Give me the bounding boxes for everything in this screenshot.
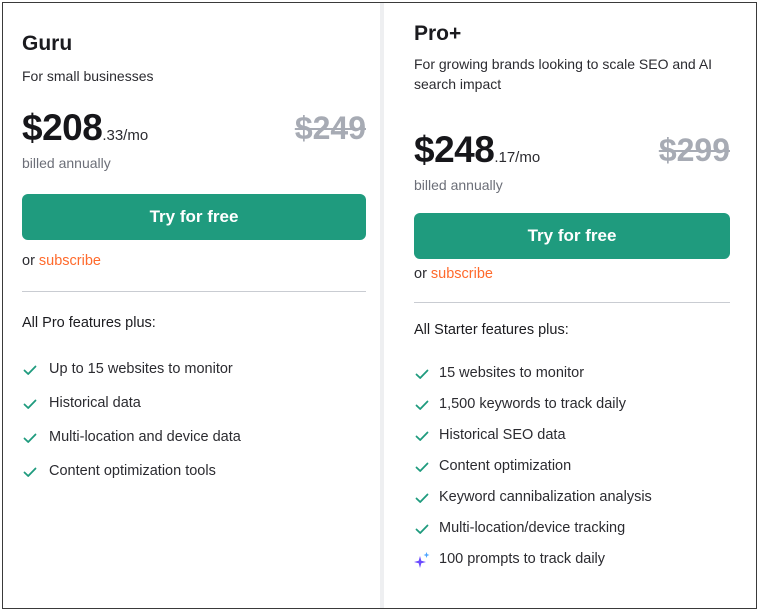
feature-item: Keyword cannibalization analysis — [414, 488, 730, 508]
check-icon — [415, 493, 429, 503]
check-icon — [23, 467, 37, 477]
sparkle-icon — [414, 552, 430, 568]
plan-name: Pro+ — [414, 22, 462, 45]
original-price: $249 — [294, 110, 366, 146]
price-row: $248.17/mo $299 — [414, 127, 730, 171]
check-icon — [23, 433, 37, 443]
feature-item: Content optimization — [414, 457, 730, 477]
feature-label: 1,500 keywords to track daily — [439, 396, 626, 412]
check-icon — [415, 431, 429, 441]
subscribe-link[interactable]: subscribe — [431, 266, 493, 282]
price-row: $208.33/mo $249 — [22, 105, 366, 149]
feature-label: Multi-location and device data — [49, 429, 241, 445]
subscribe-alternative: or subscribe — [414, 266, 493, 282]
feature-label: Keyword cannibalization analysis — [439, 489, 652, 505]
try-for-free-button[interactable]: Try for free — [22, 194, 366, 240]
section-divider — [22, 291, 366, 292]
features-title: All Starter features plus: — [414, 322, 569, 338]
alt-prefix: or — [414, 266, 431, 282]
current-price: $248.17/mo — [414, 129, 540, 171]
section-divider — [414, 302, 730, 303]
plan-divider — [380, 3, 384, 608]
check-icon — [23, 399, 37, 409]
check-icon — [415, 462, 429, 472]
feature-label: Up to 15 websites to monitor — [49, 361, 233, 377]
plan-description: For growing brands looking to scale SEO … — [414, 56, 713, 92]
feature-item: Multi-location/device tracking — [414, 519, 730, 539]
billing-note: billed annually — [414, 177, 503, 193]
feature-item: 100 prompts to track daily — [414, 550, 730, 570]
feature-item: Content optimization tools — [22, 462, 366, 482]
current-price: $208.33/mo — [22, 107, 148, 149]
plan-name: Guru — [22, 32, 73, 55]
feature-label: Content optimization — [439, 458, 572, 474]
plan-description: For small businesses — [22, 68, 154, 84]
check-icon — [415, 400, 429, 410]
original-price: $299 — [658, 132, 730, 168]
feature-item: Historical SEO data — [414, 426, 730, 446]
feature-item: 1,500 keywords to track daily — [414, 395, 730, 415]
feature-label: 15 websites to monitor — [439, 365, 585, 381]
subscribe-alternative: or subscribe — [22, 253, 101, 269]
feature-label: 100 prompts to track daily — [439, 551, 606, 567]
features-title: All Pro features plus: — [22, 315, 156, 331]
subscribe-link[interactable]: subscribe — [39, 253, 101, 269]
feature-label: Historical SEO data — [439, 427, 566, 443]
price-fraction: .33/mo — [102, 127, 149, 144]
billing-note: billed annually — [22, 155, 111, 171]
check-icon — [23, 365, 37, 375]
feature-item: 15 websites to monitor — [414, 364, 730, 384]
feature-label: Content optimization tools — [49, 463, 216, 479]
feature-item: Up to 15 websites to monitor — [22, 360, 366, 380]
alt-prefix: or — [22, 253, 39, 269]
price-whole: $248 — [414, 129, 495, 170]
try-for-free-button[interactable]: Try for free — [414, 213, 730, 259]
feature-label: Historical data — [49, 395, 141, 411]
price-fraction: .17/mo — [494, 149, 541, 166]
feature-item: Historical data — [22, 394, 366, 414]
feature-item: Multi-location and device data — [22, 428, 366, 448]
price-whole: $208 — [22, 107, 103, 148]
check-icon — [415, 369, 429, 379]
feature-label: Multi-location/device tracking — [439, 520, 626, 536]
check-icon — [415, 524, 429, 534]
